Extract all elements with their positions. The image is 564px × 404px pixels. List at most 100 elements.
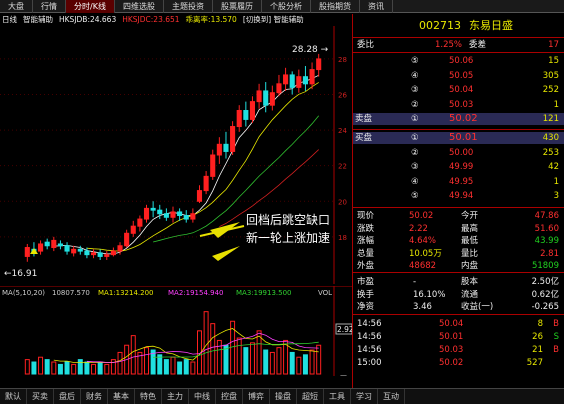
volume-indicator-label: MA3:19913.500 — [236, 289, 292, 297]
tick-row: 15:00 50.02 527 — [353, 357, 564, 369]
bottom-tab[interactable]: 超短 — [297, 389, 324, 404]
quote-row: 现价 50.02 今开 47.86 — [353, 210, 564, 222]
order-level: ④ — [411, 176, 419, 187]
fundamental-row: 换手 16.10% 流通 0.62亿 — [353, 289, 564, 301]
order-row: ⑤ 49.94 3 — [353, 190, 564, 202]
candle-body — [196, 190, 203, 202]
bottom-tab[interactable]: 博弈 — [243, 389, 270, 404]
tick-time: 14:56 — [357, 332, 382, 342]
volume-indicator-label: MA(5,10,20) — [2, 289, 45, 297]
tick-direction: S — [553, 332, 559, 342]
bottom-tab[interactable]: 财务 — [81, 389, 108, 404]
tick-price: 50.02 — [439, 358, 464, 368]
order-side-label: 卖盘 — [355, 114, 373, 124]
volume-bar — [190, 361, 196, 375]
bottom-tab[interactable]: 互动 — [378, 389, 405, 404]
fundamental-label: 流通 — [461, 289, 479, 300]
bottom-tab[interactable]: 买卖 — [27, 389, 54, 404]
volume-unit: 万 — [340, 375, 347, 376]
top-tab[interactable]: 主题投资 — [164, 0, 213, 13]
tick-row: 14:56 50.04 8 B — [353, 318, 564, 330]
bottom-tab[interactable]: 特色 — [135, 389, 162, 404]
fundamental-label: 收益(一) — [461, 302, 494, 312]
tick-direction: B — [553, 345, 559, 355]
candle-body — [90, 252, 97, 256]
indicator-label: 智能辅助 — [23, 15, 53, 24]
order-row: ② 50.03 1 — [353, 99, 564, 111]
top-tab[interactable]: 资讯 — [360, 0, 393, 13]
bottom-tab[interactable]: 默认 — [0, 389, 27, 404]
top-tab[interactable]: 大盘 — [0, 0, 33, 13]
volume-bar — [117, 351, 123, 375]
bottom-tab[interactable]: 基本 — [108, 389, 135, 404]
candle-body — [117, 245, 123, 252]
quote-label: 涨跌 — [357, 223, 375, 234]
volume-bar — [236, 337, 242, 375]
order-price: 50.00 — [449, 147, 474, 158]
order-price: 50.03 — [449, 99, 474, 110]
bottom-tab[interactable]: 盘后 — [54, 389, 81, 404]
quote-row: 外盘 48682 内盘 51809 — [353, 260, 564, 272]
bottom-tab[interactable]: 控盘 — [216, 389, 243, 404]
tick-time: 15:00 — [357, 358, 382, 368]
candle-body — [223, 143, 229, 152]
top-tab[interactable]: 四维选股 — [115, 0, 164, 13]
top-tab[interactable]: 行情 — [33, 0, 66, 13]
bottom-tab[interactable]: 主力 — [162, 389, 189, 404]
quote-value: 10.05万 — [409, 248, 442, 259]
weibi-value: 1.25% — [435, 40, 463, 50]
volume-bar — [249, 342, 255, 375]
order-row: ⑤ 50.06 15 — [353, 55, 564, 67]
volume-bar — [71, 363, 77, 375]
indicator-label[interactable]: [切换到] 智能辅助 — [243, 14, 304, 26]
quote-label: 最高 — [461, 223, 479, 234]
volume-bar — [276, 347, 282, 375]
candle-body — [249, 101, 256, 120]
candle-body — [269, 92, 275, 106]
order-level: ⑤ — [411, 191, 419, 201]
candle-body — [77, 248, 83, 252]
candle-body — [296, 76, 302, 88]
candle-body — [84, 250, 90, 256]
candle-body — [283, 74, 289, 85]
candle-body — [203, 175, 209, 192]
candle-body — [289, 74, 295, 88]
top-tab[interactable]: 股指期货 — [311, 0, 360, 13]
stock-code: 002713 — [419, 19, 461, 32]
candle-body — [143, 207, 150, 220]
tick-volume: 26 — [532, 332, 543, 342]
price-tick: 20 — [338, 198, 347, 206]
candle-body — [316, 58, 322, 71]
order-row: ② 50.00 253 — [353, 147, 564, 159]
kline-chart[interactable]: 28 26 24 22 20 18 28.28 → ←16.91 回档后跳空缺口新一轮上涨加速 — [0, 26, 352, 284]
candle-body — [71, 248, 77, 254]
top-tab[interactable]: 分时/K线 — [66, 0, 115, 13]
candle-body — [104, 254, 110, 257]
order-row: ③ 49.99 42 — [353, 161, 564, 173]
candle-body — [309, 69, 315, 85]
bottom-tab[interactable]: 中线 — [189, 389, 216, 404]
quote-value: 43.99 — [534, 236, 559, 246]
candle-body — [137, 218, 143, 227]
quote-label: 外盘 — [357, 261, 375, 271]
bottom-tab[interactable]: 工具 — [324, 389, 351, 404]
quote-label: 最低 — [461, 236, 479, 246]
candle-body — [216, 143, 222, 156]
fundamental-value: 2.50亿 — [531, 277, 559, 287]
volume-bar — [91, 363, 97, 375]
annotation-line-1: 回档后跳空缺口 — [246, 212, 330, 227]
tick-row: 14:56 50.01 26 S — [353, 331, 564, 343]
quote-label: 涨幅 — [357, 236, 375, 246]
order-price: 50.06 — [449, 56, 474, 66]
order-volume: 1 — [553, 176, 559, 187]
order-price: 50.02 — [449, 113, 478, 124]
top-tab[interactable]: 股票履历 — [213, 0, 262, 13]
top-tab[interactable]: 个股分析 — [262, 0, 311, 13]
fundamental-value: 0.62亿 — [531, 289, 559, 300]
indicator-label: HKSJDB:24.663 — [59, 15, 117, 24]
low-label: ←16.91 — [4, 269, 37, 279]
bottom-tab[interactable]: 操盘 — [270, 389, 297, 404]
candle-body — [97, 252, 103, 257]
volume-chart[interactable]: MA(5,10,20) 10807.570 MA1:13214.200 MA2:191… — [0, 286, 352, 376]
bottom-tab[interactable]: 学习 — [351, 389, 378, 404]
